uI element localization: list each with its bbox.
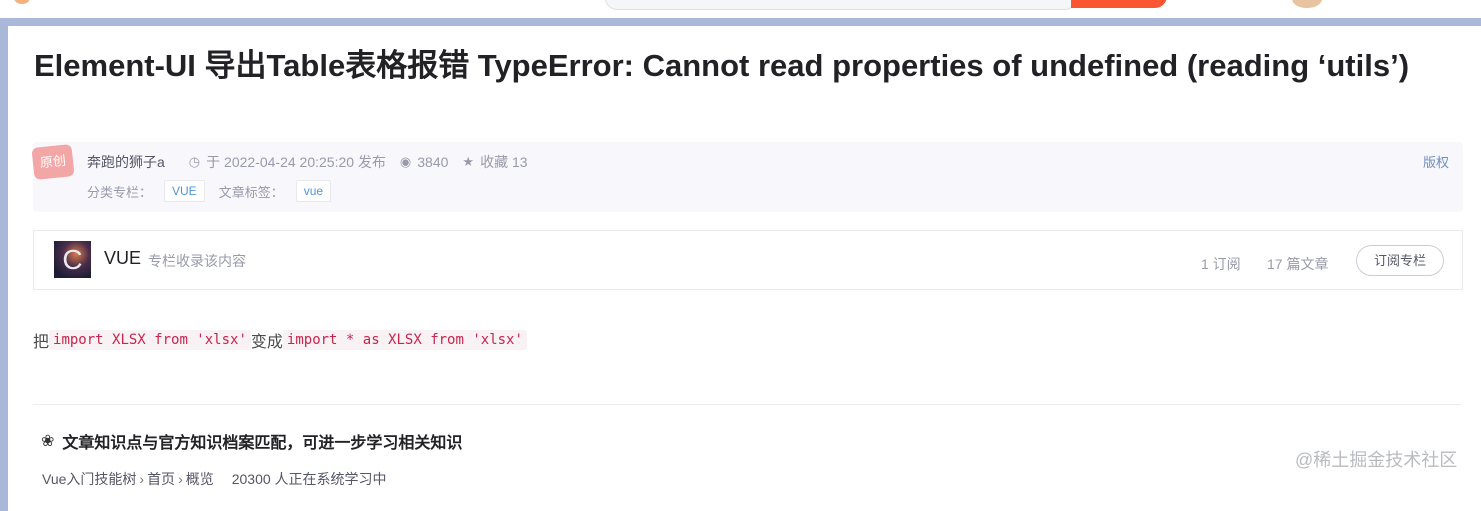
knowledge-breadcrumb: Vue入门技能树 › 首页 › 概览 20300 人正在系统学习中 <box>42 469 387 489</box>
author-link[interactable]: 奔跑的狮子a <box>87 152 165 172</box>
column-card[interactable]: C VUE 专栏收录该内容 1 订阅 17 篇文章 订阅专栏 <box>33 230 1463 290</box>
meta-info-row: 奔跑的狮子a ◷ 于 2022-04-24 20:25:20 发布 ◉ 3840… <box>87 152 528 172</box>
code-snippet-old: import XLSX from 'xlsx' <box>49 330 251 350</box>
publish-time: 于 2022-04-24 20:25:20 发布 <box>206 154 386 170</box>
column-avatar[interactable]: C <box>54 241 91 278</box>
category-tag-vue[interactable]: VUE <box>164 180 205 202</box>
clock-icon: ◷ <box>188 154 201 169</box>
knowledge-tree-icon: ❀ <box>41 433 55 450</box>
watermark-text: @稀土掘金技术社区 <box>1295 450 1458 470</box>
column-article-count: 17 篇文章 <box>1267 256 1329 272</box>
breadcrumb-item-skill-tree[interactable]: Vue入门技能树 <box>42 469 136 489</box>
body-text-prefix: 把 <box>33 334 50 351</box>
article-tag-vue[interactable]: vue <box>295 180 332 202</box>
article-container: Element-UI 导出Table表格报错 TypeError: Cannot… <box>8 26 1481 511</box>
eye-icon: ◉ <box>399 154 412 169</box>
copyright-link[interactable]: 版权 <box>1423 152 1449 171</box>
favorite-button[interactable]: 收藏 13 <box>480 152 527 172</box>
article-title: Element-UI 导出Table表格报错 TypeError: Cannot… <box>34 48 1410 83</box>
knowledge-title-text: 文章知识点与官方知识档案匹配，可进一步学习相关知识 <box>62 435 463 452</box>
knowledge-section-title: ❀ 文章知识点与官方知识档案匹配，可进一步学习相关知识 <box>41 429 462 453</box>
tags-label: 文章标签： <box>218 184 284 200</box>
breadcrumb-item-overview[interactable]: 概览 <box>186 469 214 489</box>
learner-count: 20300 人正在系统学习中 <box>231 471 387 487</box>
chevron-right-icon: › <box>139 471 145 487</box>
search-input[interactable] <box>605 0 1077 10</box>
column-subscriber-count: 1 订阅 <box>1201 256 1241 272</box>
site-logo-icon[interactable] <box>14 0 30 4</box>
column-name[interactable]: VUE <box>104 248 141 269</box>
chevron-right-icon: › <box>178 471 183 487</box>
search-button[interactable] <box>1071 0 1167 8</box>
article-meta: 原创 奔跑的狮子a ◷ 于 2022-04-24 20:25:20 发布 ◉ 3… <box>31 142 1463 212</box>
section-divider <box>33 404 1461 405</box>
breadcrumb-item-home[interactable]: 首页 <box>147 469 175 489</box>
column-description: 专栏收录该内容 <box>148 253 246 269</box>
page-background <box>0 18 8 511</box>
category-label: 分类专栏： <box>87 184 153 200</box>
code-snippet-new: import * as XLSX from 'xlsx' <box>282 330 527 350</box>
user-avatar[interactable] <box>1292 0 1322 8</box>
body-text-middle: 变成 <box>250 334 283 351</box>
top-nav-bar <box>0 0 1481 18</box>
star-icon[interactable]: ★ <box>462 154 474 170</box>
meta-tags-row: 分类专栏： VUE 文章标签： vue <box>87 180 345 202</box>
subscribe-column-button[interactable]: 订阅专栏 <box>1356 245 1444 276</box>
view-count: 3840 <box>417 154 449 170</box>
original-badge: 原创 <box>31 143 75 181</box>
article-body-paragraph: 把 import XLSX from 'xlsx' 变成 import * as… <box>33 328 527 352</box>
